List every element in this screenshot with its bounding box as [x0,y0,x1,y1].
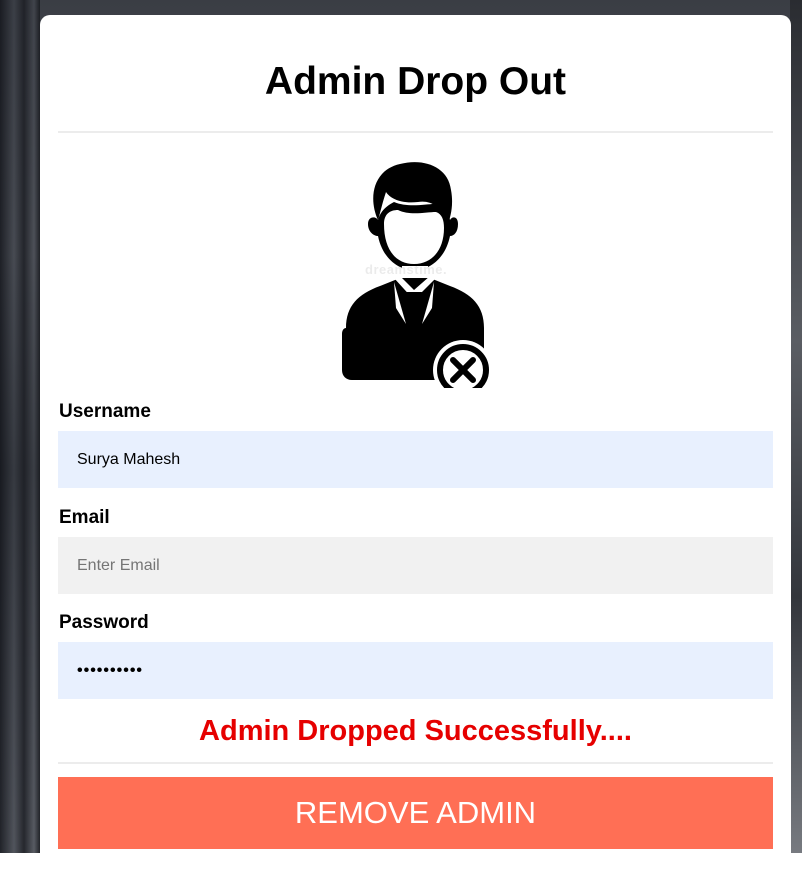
username-value: Surya Mahesh [77,450,181,468]
email-input[interactable]: Enter Email [58,537,773,594]
watermark-text: dreamstime. [365,262,448,277]
remove-admin-button[interactable]: REMOVE ADMIN [58,777,773,849]
email-placeholder: Enter Email [77,556,160,574]
page-background-right-edge [790,0,802,853]
status-divider [58,762,773,764]
admin-drop-card: Admin Drop Out dreamstime. Username Sury… [40,15,791,875]
username-input[interactable]: Surya Mahesh [58,431,773,488]
password-input[interactable]: •••••••••• [58,642,773,699]
password-masked-value: •••••••••• [77,661,144,679]
title-divider [58,131,773,133]
password-label: Password [59,612,149,633]
username-label: Username [59,401,151,422]
status-message: Admin Dropped Successfully.... [199,715,632,747]
email-label: Email [59,507,110,528]
page-title: Admin Drop Out [264,60,567,103]
